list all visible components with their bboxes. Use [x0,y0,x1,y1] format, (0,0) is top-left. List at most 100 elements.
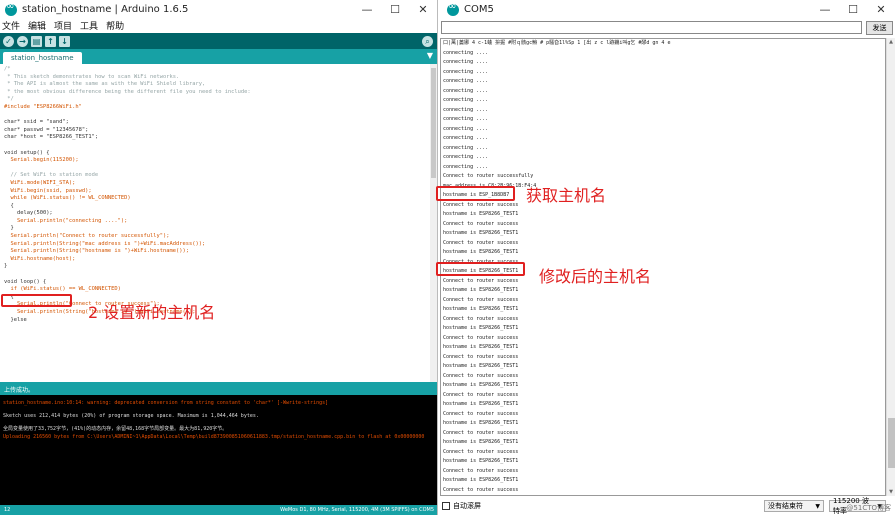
serial-line: Connect to router success [443,220,519,227]
serial-line: Connect to router success [443,239,519,246]
serial-line: hostname is ESP8266_TEST1 [443,211,519,217]
serial-line: hostname is ESP8266_TEST1 [443,287,519,293]
serial-line: connecting .... [443,87,489,94]
ide-footer: 12 WeMos D1, 80 MHz, Serial, 115200, 4M … [0,505,437,515]
menu-tools[interactable]: 工具 [80,19,98,33]
serial-line: hostname is ESP8266_TEST1 [443,363,519,369]
autoscroll-checkbox[interactable] [442,502,450,510]
tab-menu-icon[interactable]: ▼ [427,51,433,60]
code-line: if (WiFi.status() == WL_CONNECTED) [4,286,121,293]
code-line: * the most obvious difference being the … [4,88,251,95]
serial-line: Connect to router success [443,315,519,322]
serial-line: Connect to router success [443,277,519,284]
code-line: char *host = "ESP8266_TEST1"; [4,134,99,141]
menu-edit[interactable]: 编辑 [28,19,46,33]
arduino-logo-icon [5,1,17,16]
ide-toolbar: ✓ → ▤ ↑ ↓ ⌕ [0,33,437,49]
serial-line: connecting .... [443,59,489,65]
editor-scrollbar[interactable] [430,64,437,382]
code-line: * This sketch demonstrates how to scan W… [4,73,180,80]
code-line: */ [4,96,14,103]
serial-line: hostname is ESP8266_TEST1 [443,401,519,407]
build-console: station_hostname.ino:10:14: warning: dep… [0,395,437,505]
close-button[interactable]: ✕ [409,3,437,16]
console-line: Uploading 216560 bytes from C:\Users\ADM… [3,434,425,440]
serial-line: hostname is ESP8266_TEST1 [443,306,519,312]
code-line: Serial.println(String("mac address is ")… [4,240,206,247]
set-hostname-annotation: 2 设置新的主机名 [88,303,216,322]
ide-tabbar: station_hostname ▼ [0,49,437,64]
watermark: @51CTO博客 [846,504,891,512]
serial-line: connecting .... [443,154,489,160]
scrollbar-thumb[interactable] [888,418,895,468]
line-ending-select[interactable]: 没有结束符 ▼ [764,500,824,512]
code-line: { [4,202,14,209]
save-sketch-icon[interactable]: ↓ [59,35,70,47]
serial-window-title: COM5 [464,4,494,15]
serial-line: hostname is ESP8266_TEST1 [443,344,519,350]
maximize-button[interactable]: ☐ [381,3,409,16]
send-input[interactable] [441,21,862,34]
code-line: char* passwd = "12345678"; [4,126,89,133]
serial-scrollbar[interactable]: ▲ ▼ [886,38,895,496]
code-line: while (WiFi.status() != WL_CONNECTED) [4,195,131,202]
scroll-up-icon[interactable]: ▲ [887,39,895,45]
arduino-ide-window: station_hostname | Arduino 1.6.5 — ☐ ✕ 文… [0,0,438,515]
send-row: 发送 [439,19,895,36]
code-editor[interactable]: /* * This sketch demonstrates how to sca… [0,64,437,382]
serial-line: Connect to router success [443,391,519,398]
code-line: WiFi.begin(ssid, passwd); [4,187,92,194]
upload-icon[interactable]: → [17,35,28,47]
serial-line: connecting .... [443,116,489,122]
code-line: delay(500); [4,210,53,217]
upload-status: 上传成功。 [0,382,437,395]
original-hostname-highlight [436,186,515,201]
code-line: char* ssid = "sand"; [4,119,69,126]
serial-line: hostname is ESP8266_TEST1 [443,230,519,236]
serial-line: Connect to router successfully [443,173,534,179]
scroll-down-icon[interactable]: ▼ [887,489,895,495]
serial-line: hostname is ESP8266_TEST1 [443,249,519,255]
serial-close-button[interactable]: ✕ [867,3,895,16]
code-line: Serial.println(String("hostname is ")+Wi… [4,248,189,255]
verify-icon[interactable]: ✓ [3,35,14,47]
menu-sketch[interactable]: 项目 [54,19,72,33]
code-line: void loop() { [4,278,47,285]
code-line: WiFi.hostname(host); [4,255,76,262]
serial-line: Connect to router success [443,410,519,417]
serial-line: hostname is ESP8266_TEST1 [443,420,519,426]
tab-station-hostname[interactable]: station_hostname [3,52,82,64]
serial-maximize-button[interactable]: ☐ [839,3,867,16]
board-info: WeMos D1, 80 MHz, Serial, 115200, 4M (3M… [280,507,434,513]
ide-titlebar: station_hostname | Arduino 1.6.5 — ☐ ✕ [0,0,437,19]
code-line: }else [4,316,27,323]
open-sketch-icon[interactable]: ↑ [45,35,56,47]
console-line: 全局变量使用了33,752字节，(41%)的动态内存，余留48,168字节局部变… [3,426,228,432]
serial-line: Connect to router success [443,353,519,360]
new-sketch-icon[interactable]: ▤ [31,35,42,47]
serial-line: connecting .... [443,68,489,75]
get-hostname-annotation: 获取主机名 [526,186,607,205]
send-button[interactable]: 发送 [866,20,893,35]
code-line: * The API is almost the same as with the… [4,81,206,88]
menu-file[interactable]: 文件 [2,19,20,33]
modified-hostname-highlight [436,262,525,276]
autoscroll-label: 自动滚屏 [453,502,481,510]
code-line: Serial.println("connecting ...."); [4,217,128,224]
code-line: } [4,263,8,270]
line-ending-value: 没有结束符 [768,502,803,510]
serial-line: 口|萬|蒌娜 4 c-1蛐 拚掘 #附ｑ骸gc鯓 # p騷旮1l%Sp 1 [出… [443,40,671,46]
serial-minimize-button[interactable]: — [811,3,839,16]
serial-line: Connect to router success [443,486,519,493]
code-line: Serial.begin(115200); [4,157,79,164]
serial-line: connecting .... [443,125,489,132]
code-line: void setup() { [4,149,50,156]
serial-monitor-icon[interactable]: ⌕ [422,35,433,47]
serial-monitor-window: COM5 — ☐ ✕ 发送 口|萬|蒌娜 4 c-1蛐 拚掘 #附ｑ骸gc鯓 #… [439,0,895,515]
serial-line: Connect to router success [443,372,519,379]
menu-help[interactable]: 帮助 [106,19,124,33]
serial-line: hostname is ESP8266_TEST1 [443,325,519,331]
serial-line: hostname is ESP8266_TEST1 [443,458,519,464]
minimize-button[interactable]: — [353,3,381,16]
